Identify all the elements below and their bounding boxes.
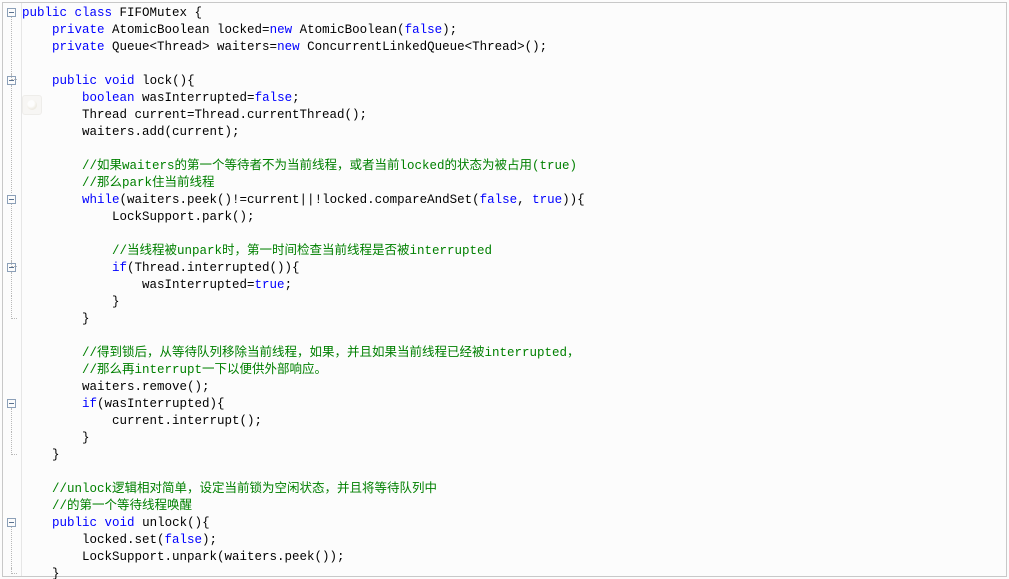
fold-guide bbox=[11, 272, 12, 296]
fold-guide bbox=[11, 17, 12, 74]
code-line[interactable]: //如果waiters的第一个等待者不为当前线程，或者当前locked的状态为被… bbox=[22, 158, 1006, 175]
code-line[interactable] bbox=[22, 328, 1006, 345]
code-line[interactable]: } bbox=[22, 430, 1006, 447]
code-line[interactable]: waiters.remove(); bbox=[22, 379, 1006, 396]
fold-guide bbox=[11, 85, 12, 193]
code-line[interactable]: waiters.add(current); bbox=[22, 124, 1006, 141]
fold-toggle-icon[interactable] bbox=[7, 195, 16, 204]
code-line[interactable]: //得到锁后，从等待队列移除当前线程，如果，并且如果当前线程已经被interru… bbox=[22, 345, 1006, 362]
code-line[interactable]: LockSupport.unpark(waiters.peek()); bbox=[22, 549, 1006, 566]
code-line[interactable]: //的第一个等待线程唤醒 bbox=[22, 498, 1006, 515]
fold-toggle-icon[interactable] bbox=[7, 518, 16, 527]
code-line[interactable]: private AtomicBoolean locked=new AtomicB… bbox=[22, 22, 1006, 39]
code-line[interactable]: LockSupport.park(); bbox=[22, 209, 1006, 226]
code-line[interactable]: public void lock(){ bbox=[22, 73, 1006, 90]
code-line[interactable]: } bbox=[22, 447, 1006, 464]
fold-end bbox=[11, 296, 17, 319]
code-line[interactable]: boolean wasInterrupted=false; bbox=[22, 90, 1006, 107]
code-line[interactable]: //当线程被unpark时，第一时间检查当前线程是否被interrupted bbox=[22, 243, 1006, 260]
code-line[interactable] bbox=[22, 141, 1006, 158]
fold-guide bbox=[11, 408, 12, 432]
code-line[interactable]: } bbox=[22, 294, 1006, 311]
fold-guide bbox=[11, 204, 12, 261]
fold-end bbox=[11, 74, 17, 80]
code-line[interactable]: while(waiters.peek()!=current||!locked.c… bbox=[22, 192, 1006, 209]
code-line[interactable]: public class FIFOMutex { bbox=[22, 5, 1006, 22]
code-line[interactable]: //unlock逻辑相对简单，设定当前锁为空闲状态，并且将等待队列中 bbox=[22, 481, 1006, 498]
fold-gutter[interactable] bbox=[3, 3, 22, 576]
code-line[interactable]: } bbox=[22, 566, 1006, 579]
code-line[interactable]: public void unlock(){ bbox=[22, 515, 1006, 532]
code-line[interactable]: locked.set(false); bbox=[22, 532, 1006, 549]
code-line[interactable]: if(Thread.interrupted()){ bbox=[22, 260, 1006, 277]
code-line[interactable]: //那么park住当前线程 bbox=[22, 175, 1006, 192]
fold-end bbox=[11, 568, 17, 574]
code-line[interactable]: if(wasInterrupted){ bbox=[22, 396, 1006, 413]
code-line[interactable]: } bbox=[22, 311, 1006, 328]
code-editor[interactable]: public class FIFOMutex { private AtomicB… bbox=[2, 2, 1007, 577]
code-area[interactable]: public class FIFOMutex { private AtomicB… bbox=[22, 3, 1006, 579]
fold-end bbox=[11, 432, 17, 455]
code-line[interactable] bbox=[22, 56, 1006, 73]
fold-guide bbox=[11, 527, 12, 568]
code-line[interactable]: Thread current=Thread.currentThread(); bbox=[22, 107, 1006, 124]
fold-toggle-icon[interactable] bbox=[7, 8, 16, 17]
fold-end bbox=[11, 261, 17, 267]
code-line[interactable]: //那么再interrupt一下以便供外部响应。 bbox=[22, 362, 1006, 379]
code-line[interactable] bbox=[22, 226, 1006, 243]
code-line[interactable]: current.interrupt(); bbox=[22, 413, 1006, 430]
code-line[interactable]: private Queue<Thread> waiters=new Concur… bbox=[22, 39, 1006, 56]
code-line[interactable]: wasInterrupted=true; bbox=[22, 277, 1006, 294]
code-line[interactable] bbox=[22, 464, 1006, 481]
fold-toggle-icon[interactable] bbox=[7, 399, 16, 408]
